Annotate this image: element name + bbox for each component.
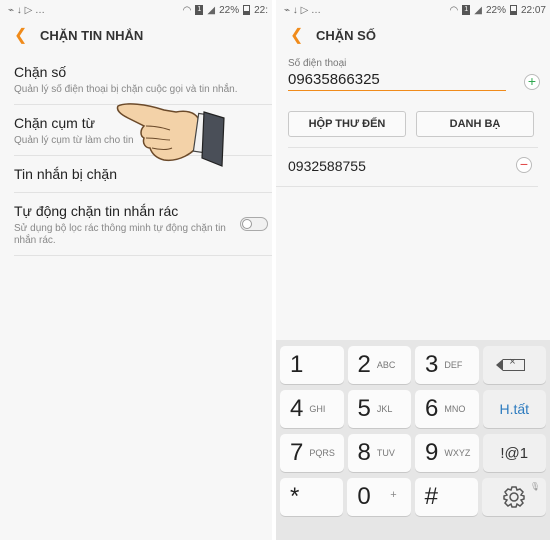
- key-letters: WXYZ: [444, 448, 471, 458]
- status-notification-icons: ⌁ ↓ ▷ …: [284, 5, 321, 16]
- status-time: 22:: [254, 4, 268, 16]
- battery-icon: [509, 5, 517, 15]
- key-8[interactable]: 8 TUV: [347, 434, 411, 472]
- key-letters: MNO: [444, 404, 466, 414]
- key-letters: DEF: [444, 360, 463, 370]
- backspace-key[interactable]: [482, 346, 546, 384]
- key-plus: +: [390, 489, 397, 501]
- numeric-keyboard: 1 2 ABC 3 DEF 4 GHI 5 JKL 6 MNO H.tất 7 PQRS 8…: [276, 340, 550, 540]
- block-messages-screen: ⌁ ↓ ▷ … ◠ 1 ◢ 22% 22: ❮ CHẶN TIN NHẮN Ch…: [0, 0, 272, 540]
- wifi-icon: ◠: [182, 4, 192, 16]
- contacts-button[interactable]: DANH BẠ: [416, 111, 534, 137]
- signal-icon: ◢: [207, 4, 216, 16]
- key-4[interactable]: 4 GHI: [280, 390, 344, 428]
- battery-percent: 22%: [219, 4, 240, 16]
- page-title: CHẶN TIN NHẮN: [40, 27, 144, 43]
- backspace-icon: [496, 356, 526, 371]
- key-letters: JKL: [376, 404, 393, 414]
- key-6[interactable]: 6 MNO: [415, 390, 479, 428]
- block-numbers-screen: ⌁ ↓ ▷ … ◠ 1 ◢ 22% 22:07 ❮ CHẶN SỐ Số điệ…: [276, 0, 550, 540]
- key-2[interactable]: 2 ABC: [347, 346, 411, 384]
- auto-block-spam-subtitle: Sử dụng bộ lọc rác thông minh tự động ch…: [14, 223, 226, 246]
- block-numbers-subtitle: Quản lý số điện thoại bị chặn cuộc gọi v…: [14, 84, 238, 95]
- battery-percent: 22%: [485, 4, 506, 16]
- back-arrow-icon[interactable]: ❮: [290, 25, 312, 45]
- source-buttons: HỘP THƯ ĐẾN DANH BẠ: [276, 111, 550, 137]
- mic-icon: 🎙: [529, 482, 540, 491]
- key-digit: *: [290, 483, 300, 510]
- key-star[interactable]: *: [280, 478, 344, 516]
- keyboard-row: 7 PQRS 8 TUV 9 WXYZ !@1: [280, 434, 546, 472]
- key-digit: 6: [425, 395, 439, 422]
- phone-number-input[interactable]: 09635866325: [288, 69, 506, 91]
- settings-key[interactable]: 🎙: [481, 478, 546, 516]
- remove-number-button[interactable]: −: [516, 157, 532, 173]
- key-digit: 2: [357, 351, 371, 378]
- phone-number-label: Số điện thoại: [288, 58, 347, 69]
- status-bar: ⌁ ↓ ▷ … ◠ 1 ◢ 22% 22:07: [276, 0, 550, 20]
- symbols-key-label: !@1: [500, 444, 529, 462]
- key-letters: PQRS: [309, 448, 335, 458]
- auto-block-spam-item[interactable]: Tự động chặn tin nhắn rác Sử dụng bộ lọc…: [14, 193, 272, 256]
- sim-icon: 1: [195, 5, 204, 15]
- notification-icons: ⌁ ↓ ▷ …: [284, 4, 322, 16]
- key-hash[interactable]: #: [414, 478, 478, 516]
- status-right: ◠ 1 ◢ 22% 22:: [183, 5, 268, 16]
- notification-icons: ⌁ ↓ ▷ …: [8, 4, 46, 16]
- block-numbers-title: Chặn số: [14, 64, 67, 80]
- status-notification-icons: ⌁ ↓ ▷ …: [8, 5, 45, 16]
- wifi-icon: ◠: [449, 4, 459, 16]
- status-time: 22:07: [520, 4, 546, 16]
- inbox-button[interactable]: HỘP THƯ ĐẾN: [288, 111, 406, 137]
- keyboard-row: 4 GHI 5 JKL 6 MNO H.tất: [280, 390, 546, 428]
- key-3[interactable]: 3 DEF: [415, 346, 479, 384]
- key-letters: GHI: [309, 404, 326, 414]
- page-title: CHẶN SỐ: [316, 27, 376, 43]
- key-letters: TUV: [376, 448, 395, 458]
- key-5[interactable]: 5 JKL: [347, 390, 411, 428]
- back-arrow-icon[interactable]: ❮: [14, 25, 36, 45]
- battery-icon: [243, 5, 251, 15]
- key-letters: ABC: [376, 360, 396, 370]
- key-digit: 4: [290, 395, 304, 422]
- key-digit: 1: [290, 351, 304, 378]
- auto-block-toggle[interactable]: [240, 217, 268, 231]
- add-number-button[interactable]: +: [524, 74, 540, 90]
- keyboard-row: 1 2 ABC 3 DEF: [280, 346, 546, 384]
- key-7[interactable]: 7 PQRS: [280, 434, 344, 472]
- key-digit: 0: [357, 483, 371, 510]
- pointing-hand-icon: [116, 103, 225, 167]
- app-bar: ❮ CHẶN TIN NHẮN: [0, 20, 272, 50]
- status-right: ◠ 1 ◢ 22% 22:07: [450, 5, 546, 16]
- key-digit: 5: [357, 395, 371, 422]
- done-key[interactable]: H.tất: [482, 390, 546, 428]
- toggle-knob: [242, 219, 252, 229]
- key-0[interactable]: 0 +: [347, 478, 411, 516]
- auto-block-spam-title: Tự động chặn tin nhắn rác: [14, 203, 179, 219]
- key-digit: 9: [425, 439, 439, 466]
- key-digit: #: [424, 483, 439, 510]
- app-bar: ❮ CHẶN SỐ: [276, 20, 550, 50]
- phone-number-field-group: Số điện thoại 09635866325 +: [276, 58, 550, 91]
- done-key-label: H.tất: [499, 401, 530, 417]
- signal-icon: ◢: [474, 4, 482, 16]
- status-bar: ⌁ ↓ ▷ … ◠ 1 ◢ 22% 22:: [0, 0, 272, 20]
- blocked-number: 0932588755: [288, 158, 366, 174]
- key-1[interactable]: 1: [280, 346, 344, 384]
- blocked-number-item: 0932588755 −: [276, 148, 538, 187]
- key-9[interactable]: 9 WXYZ: [415, 434, 479, 472]
- keyboard-row: * 0 + # 🎙: [280, 478, 546, 516]
- key-digit: 8: [357, 439, 371, 466]
- key-digit: 3: [425, 351, 439, 378]
- key-digit: 7: [290, 439, 304, 466]
- sim-icon: 1: [462, 5, 471, 15]
- symbols-key[interactable]: !@1: [482, 434, 546, 472]
